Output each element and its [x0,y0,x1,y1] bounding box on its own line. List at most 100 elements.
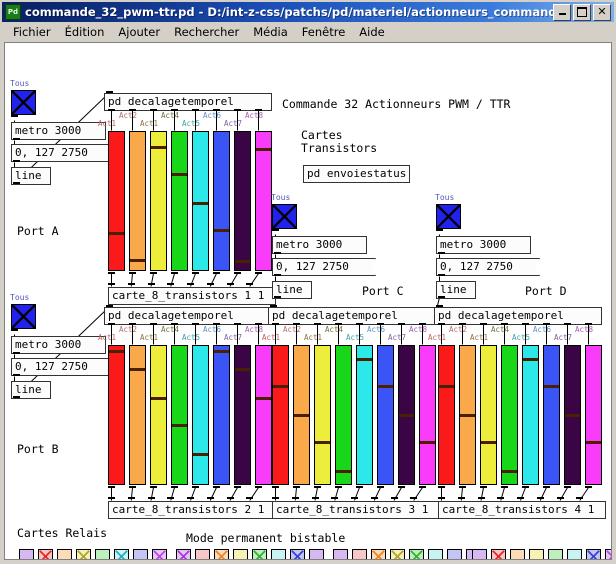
tous-toggle-1[interactable] [11,304,36,329]
relay-toggle-2-6[interactable] [428,549,443,559]
tous-toggle-0[interactable] [11,90,36,115]
slider-2-7[interactable] [398,345,415,485]
slider-2-8[interactable] [419,345,436,485]
relay-toggle-0-3[interactable] [57,549,72,559]
menu-item-rechercher[interactable]: Rechercher [167,23,246,41]
carte-transistors-object-2[interactable]: carte_8_transistors 3 1 [272,501,440,519]
message-box-1[interactable]: 0, 127 2750 [11,358,115,376]
connector-nub [226,497,234,499]
slider-0-5[interactable] [192,131,209,271]
slider-2-4[interactable] [335,345,352,485]
slider-2-2[interactable] [293,345,310,485]
minimize-button[interactable] [553,3,571,21]
slider-knob-0-3 [151,146,166,149]
tous-label-3: Tous [435,193,455,202]
carte-transistors-object-3[interactable]: carte_8_transistors 4 1 [438,501,606,519]
relay-toggle-3-1[interactable] [472,549,487,559]
menu-item-media[interactable]: Média [246,23,295,41]
menu-item-aide[interactable]: Aide [352,23,391,41]
connector-nub [129,272,136,274]
relay-toggle-3-6[interactable] [567,549,582,559]
metro-object-2[interactable]: metro 3000 [272,236,367,254]
slider-0-4[interactable] [171,131,188,271]
relay-toggle-3-4[interactable] [529,549,544,559]
relay-toggle-1-2[interactable] [195,549,210,559]
relay-toggle-1-6[interactable] [271,549,286,559]
relay-toggle-0-5[interactable] [95,549,110,559]
connector-nub [13,352,20,354]
message-box-2[interactable]: 0, 127 2750 [272,258,376,276]
menu-item-edition[interactable]: Édition [58,23,112,41]
relay-toggle-3-5[interactable] [548,549,563,559]
relay-toggle-2-3[interactable] [371,549,386,559]
carte-transistors-object-1[interactable]: carte_8_transistors 2 1 [108,501,276,519]
relay-toggle-3-7[interactable] [586,549,601,559]
close-button[interactable]: ✕ [593,3,611,21]
slider-1-2[interactable] [129,345,146,485]
relay-toggle-0-7[interactable] [133,549,148,559]
slider-0-1[interactable] [108,131,125,271]
relay-toggle-1-1[interactable] [176,549,191,559]
connector-nub [497,497,505,499]
slider-0-6[interactable] [213,131,230,271]
metro-object-3[interactable]: metro 3000 [436,236,531,254]
slider-1-5[interactable] [192,345,209,485]
relay-toggle-0-8[interactable] [152,549,167,559]
slider-0-8[interactable] [255,131,272,271]
relay-toggle-3-8[interactable] [605,549,611,559]
relay-toggle-2-2[interactable] [352,549,367,559]
relay-toggle-1-4[interactable] [233,549,248,559]
slider-label-3-7: Act7 [554,333,573,342]
menu-item-fichier[interactable]: Fichier [6,23,58,41]
menu-item-ajouter[interactable]: Ajouter [111,23,167,41]
relay-toggle-1-5[interactable] [252,549,267,559]
relay-toggle-2-1[interactable] [333,549,348,559]
relay-toggle-2-5[interactable] [409,549,424,559]
slider-1-1[interactable] [108,345,125,485]
envoiestatus-object[interactable]: pd envoiestatus [303,165,410,183]
menu-item-fenetre[interactable]: Fenêtre [295,23,352,41]
slider-3-3[interactable] [480,345,497,485]
slider-label-0-4: Act4 [161,111,180,120]
slider-3-7[interactable] [564,345,581,485]
slider-2-6[interactable] [377,345,394,485]
slider-3-6[interactable] [543,345,560,485]
slider-1-3[interactable] [150,345,167,485]
relay-toggle-3-2[interactable] [491,549,506,559]
slider-1-6[interactable] [213,345,230,485]
tous-toggle-3[interactable] [436,204,461,229]
relay-toggle-1-3[interactable] [214,549,229,559]
slider-3-2[interactable] [459,345,476,485]
carte-transistors-object-0[interactable]: carte_8_transistors 1 1 [108,287,276,305]
relay-toggle-0-1[interactable] [19,549,34,559]
maximize-button[interactable] [573,3,591,21]
connector-nub [274,274,281,276]
message-box-0[interactable]: 0, 127 2750 [11,144,115,162]
slider-3-8[interactable] [585,345,602,485]
relay-toggle-0-6[interactable] [114,549,129,559]
pd-canvas[interactable]: Commande 32 Actionneurs PWM / TTR Cartes T… [4,42,612,560]
slider-3-4[interactable] [501,345,518,485]
slider-0-3[interactable] [150,131,167,271]
slider-0-7[interactable] [234,131,251,271]
relay-toggle-0-2[interactable] [38,549,53,559]
slider-2-5[interactable] [356,345,373,485]
relay-toggle-2-4[interactable] [390,549,405,559]
relay-toggle-1-8[interactable] [309,549,324,559]
slider-2-3[interactable] [314,345,331,485]
slider-0-2[interactable] [129,131,146,271]
slider-1-7[interactable] [234,345,251,485]
metro-object-1[interactable]: metro 3000 [11,336,106,354]
message-box-3[interactable]: 0, 127 2750 [436,258,540,276]
relay-toggle-2-7[interactable] [447,549,462,559]
relay-toggle-1-7[interactable] [290,549,305,559]
relay-toggle-3-3[interactable] [510,549,525,559]
slider-3-1[interactable] [438,345,455,485]
slider-1-4[interactable] [171,345,188,485]
slider-1-8[interactable] [255,345,272,485]
slider-2-1[interactable] [272,345,289,485]
relay-toggle-0-4[interactable] [76,549,91,559]
slider-3-5[interactable] [522,345,539,485]
metro-object-0[interactable]: metro 3000 [11,122,106,140]
tous-toggle-2[interactable] [272,204,297,229]
